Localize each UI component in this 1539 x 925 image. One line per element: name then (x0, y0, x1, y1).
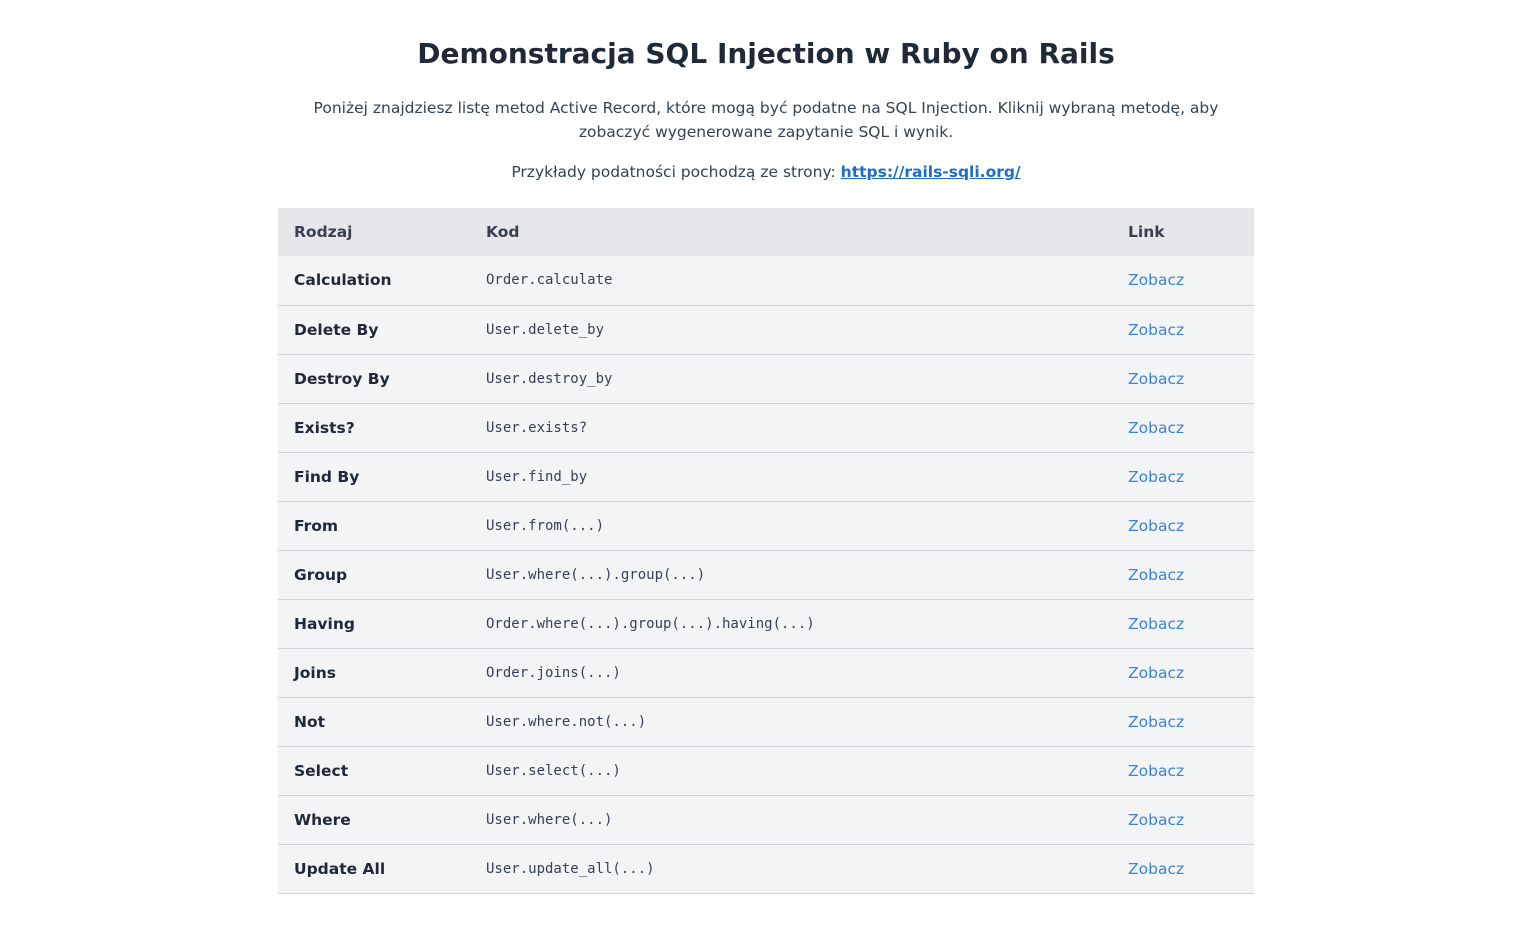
row-kind: Exists? (294, 418, 355, 437)
row-kind: From (294, 516, 339, 535)
methods-table: Rodzaj Kod Link Calculation Order.calcula… (278, 208, 1254, 894)
row-link-cell: Zobacz (1112, 305, 1254, 354)
table-row: Having Order.where(...).group(...).having… (278, 599, 1254, 648)
row-link-cell: Zobacz (1112, 256, 1254, 305)
table-row: Destroy By User.destroy_by Zobacz (278, 354, 1254, 403)
row-code: User.where.not(...) (486, 713, 647, 730)
table-row: Group User.where(...).group(...) Zobacz (278, 550, 1254, 599)
page-title: Demonstracja SQL Injection w Ruby on Rai… (417, 37, 1115, 70)
table-row: Exists? User.exists? Zobacz (278, 403, 1254, 452)
table-row: Where User.where(...) Zobacz (278, 795, 1254, 844)
row-kind: Group (294, 565, 348, 584)
table-row: Joins Order.joins(...) Zobacz (278, 648, 1254, 697)
row-kind: Joins (294, 663, 336, 682)
view-link[interactable]: Zobacz (1128, 321, 1184, 339)
source-link[interactable]: https://rails-sqli.org/ (841, 163, 1021, 181)
table-row: Not User.where.not(...) Zobacz (278, 697, 1254, 746)
row-kind: Calculation (294, 271, 392, 290)
view-link[interactable]: Zobacz (1128, 762, 1184, 780)
intro-text: Poniżej znajdziesz listę metod Active Re… (313, 99, 1219, 141)
row-kind: Update All (294, 859, 386, 878)
row-link-cell: Zobacz (1112, 746, 1254, 795)
row-code: User.where(...) (486, 811, 613, 828)
view-link[interactable]: Zobacz (1128, 419, 1184, 437)
page: Demonstracja SQL Injection w Ruby on Rai… (0, 0, 1539, 925)
view-link[interactable]: Zobacz (1128, 811, 1184, 829)
row-link-cell: Zobacz (1112, 599, 1254, 648)
row-code: User.destroy_by (486, 370, 613, 387)
row-link-cell: Zobacz (1112, 501, 1254, 550)
row-link-cell: Zobacz (1112, 452, 1254, 501)
row-code: User.where(...).group(...) (486, 566, 706, 583)
view-link[interactable]: Zobacz (1128, 517, 1184, 535)
row-code: Order.where(...).group(...).having(...) (486, 615, 815, 632)
table-header-row: Rodzaj Kod Link (278, 208, 1254, 256)
row-kind: Find By (294, 467, 360, 486)
view-link[interactable]: Zobacz (1128, 664, 1184, 682)
source-prefix: Przykłady podatności pochodzą ze strony: (511, 163, 841, 181)
row-link-cell: Zobacz (1112, 648, 1254, 697)
row-code: User.from(...) (486, 517, 605, 534)
column-header-code: Kod (486, 223, 520, 241)
row-kind: Destroy By (294, 369, 390, 388)
row-link-cell: Zobacz (1112, 550, 1254, 599)
table-row: Update All User.update_all(...) Zobacz (278, 844, 1254, 893)
source-line: Przykłady podatności pochodzą ze strony:… (0, 160, 1532, 184)
row-code: User.delete_by (486, 321, 605, 338)
column-header-kind: Rodzaj (294, 223, 353, 241)
table-row: From User.from(...) Zobacz (278, 501, 1254, 550)
table-header: Rodzaj Kod Link (278, 208, 1254, 256)
view-link[interactable]: Zobacz (1128, 615, 1184, 633)
row-link-cell: Zobacz (1112, 844, 1254, 893)
row-kind: Not (294, 712, 326, 731)
view-link[interactable]: Zobacz (1128, 271, 1184, 289)
table-row: Find By User.find_by Zobacz (278, 452, 1254, 501)
row-kind: Delete By (294, 320, 379, 339)
table-body: Calculation Order.calculate Zobacz Delete B… (278, 256, 1254, 893)
row-kind: Having (294, 614, 355, 633)
view-link[interactable]: Zobacz (1128, 860, 1184, 878)
view-link[interactable]: Zobacz (1128, 566, 1184, 584)
view-link[interactable]: Zobacz (1128, 370, 1184, 388)
table-row: Calculation Order.calculate Zobacz (278, 256, 1254, 305)
row-link-cell: Zobacz (1112, 354, 1254, 403)
row-code: User.update_all(...) (486, 860, 655, 877)
row-kind: Where (294, 810, 351, 829)
row-kind: Select (294, 761, 349, 780)
row-link-cell: Zobacz (1112, 795, 1254, 844)
row-code: Order.calculate (486, 272, 613, 289)
view-link[interactable]: Zobacz (1128, 468, 1184, 486)
table-row: Select User.select(...) Zobacz (278, 746, 1254, 795)
column-header-link: Link (1128, 223, 1165, 241)
row-link-cell: Zobacz (1112, 697, 1254, 746)
row-code: User.find_by (486, 468, 588, 485)
row-code: User.select(...) (486, 762, 621, 779)
table-row: Delete By User.delete_by Zobacz (278, 305, 1254, 354)
row-link-cell: Zobacz (1112, 403, 1254, 452)
row-code: Order.joins(...) (486, 664, 621, 681)
row-code: User.exists? (486, 419, 588, 436)
view-link[interactable]: Zobacz (1128, 713, 1184, 731)
